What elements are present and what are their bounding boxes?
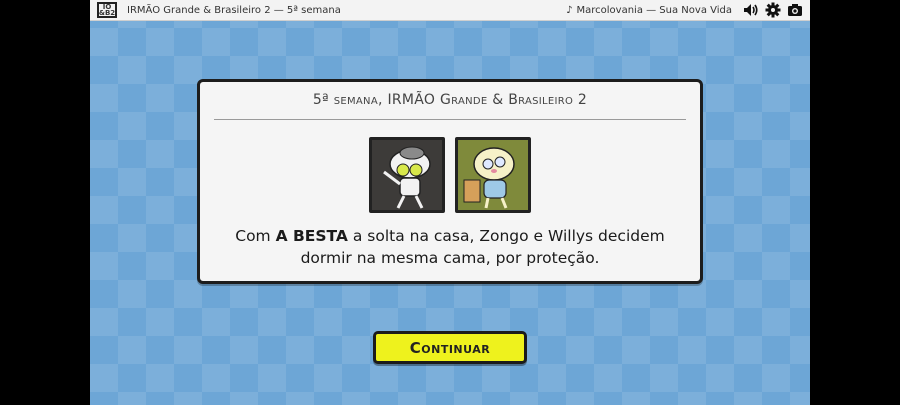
music-track-label: Marcolovania — Sua Nova Vida [576,4,733,16]
portrait-zongo-willys [455,137,531,213]
event-text-rest: a solta na casa, Zongo e Willys decidem … [300,227,665,267]
event-card: 5ª semana, IRMÃO Grande & Brasileiro 2 C… [197,79,703,284]
event-description: Com A BESTA a solta na casa, Zongo e Wil… [220,225,680,269]
letterbox-left [0,0,90,405]
volume-icon[interactable] [742,1,760,19]
game-screen: IO &B2 IRMÃO Grande & Brasileiro 2 — 5ª … [90,0,810,405]
event-text-prefix: Com [235,227,276,245]
music-note-icon: ♪ [566,4,573,16]
camera-icon[interactable] [786,1,804,19]
continue-button[interactable]: Continuar [373,331,527,364]
portrait-a-besta [369,137,445,213]
window-title: IRMÃO Grande & Brasileiro 2 — 5ª semana [127,4,341,16]
letterbox-right [810,0,900,405]
card-divider [214,119,686,120]
gear-icon[interactable] [764,1,782,19]
event-text-highlight: A BESTA [275,227,348,245]
logo-bottom-text: &B2 [98,9,116,17]
top-bar: IO &B2 IRMÃO Grande & Brasileiro 2 — 5ª … [90,0,810,21]
portraits-row [200,137,700,213]
card-title: 5ª semana, IRMÃO Grande & Brasileiro 2 [312,92,588,108]
now-playing: ♪ Marcolovania — Sua Nova Vida [566,5,732,16]
game-logo-icon: IO &B2 [97,2,117,18]
